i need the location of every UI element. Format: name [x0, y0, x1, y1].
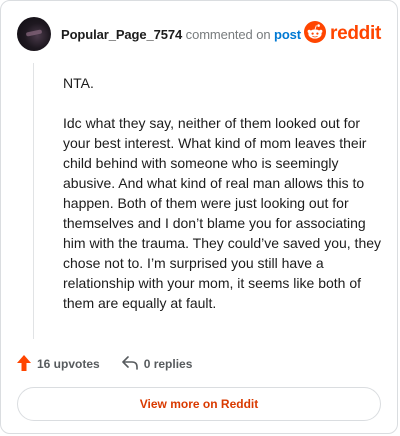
user-avatar[interactable]	[17, 17, 51, 51]
view-more-button[interactable]: View more on Reddit	[17, 387, 381, 421]
upvote-button[interactable]: 16 upvotes	[17, 354, 100, 374]
reddit-logo[interactable]: reddit	[304, 20, 381, 48]
reply-count: 0 replies	[143, 357, 193, 371]
byline: Popular_Page_7574 commented on post	[61, 27, 301, 42]
comment-paragraph: NTA.	[63, 75, 94, 91]
reply-arrow-icon	[121, 355, 138, 373]
thread-line	[33, 63, 34, 339]
replies-button[interactable]: 0 replies	[121, 355, 193, 373]
comment-paragraph: Idc what they say, neither of them looke…	[63, 115, 382, 311]
post-link[interactable]: post	[274, 27, 301, 42]
reddit-wordmark: reddit	[330, 23, 381, 44]
upvote-count: 16 upvotes	[37, 357, 100, 371]
upvote-arrow-icon	[17, 354, 31, 374]
comment-body: NTA. Idc what they say, neither of them …	[63, 73, 381, 333]
author-username[interactable]: Popular_Page_7574	[61, 27, 182, 42]
reddit-comment-embed: Popular_Page_7574 commented on post redd…	[0, 0, 398, 434]
commented-on-text: commented on	[185, 26, 271, 42]
comment-header: Popular_Page_7574 commented on post redd…	[17, 17, 381, 51]
reddit-snoo-icon	[304, 20, 327, 48]
comment-actions: 16 upvotes 0 replies	[17, 353, 192, 375]
